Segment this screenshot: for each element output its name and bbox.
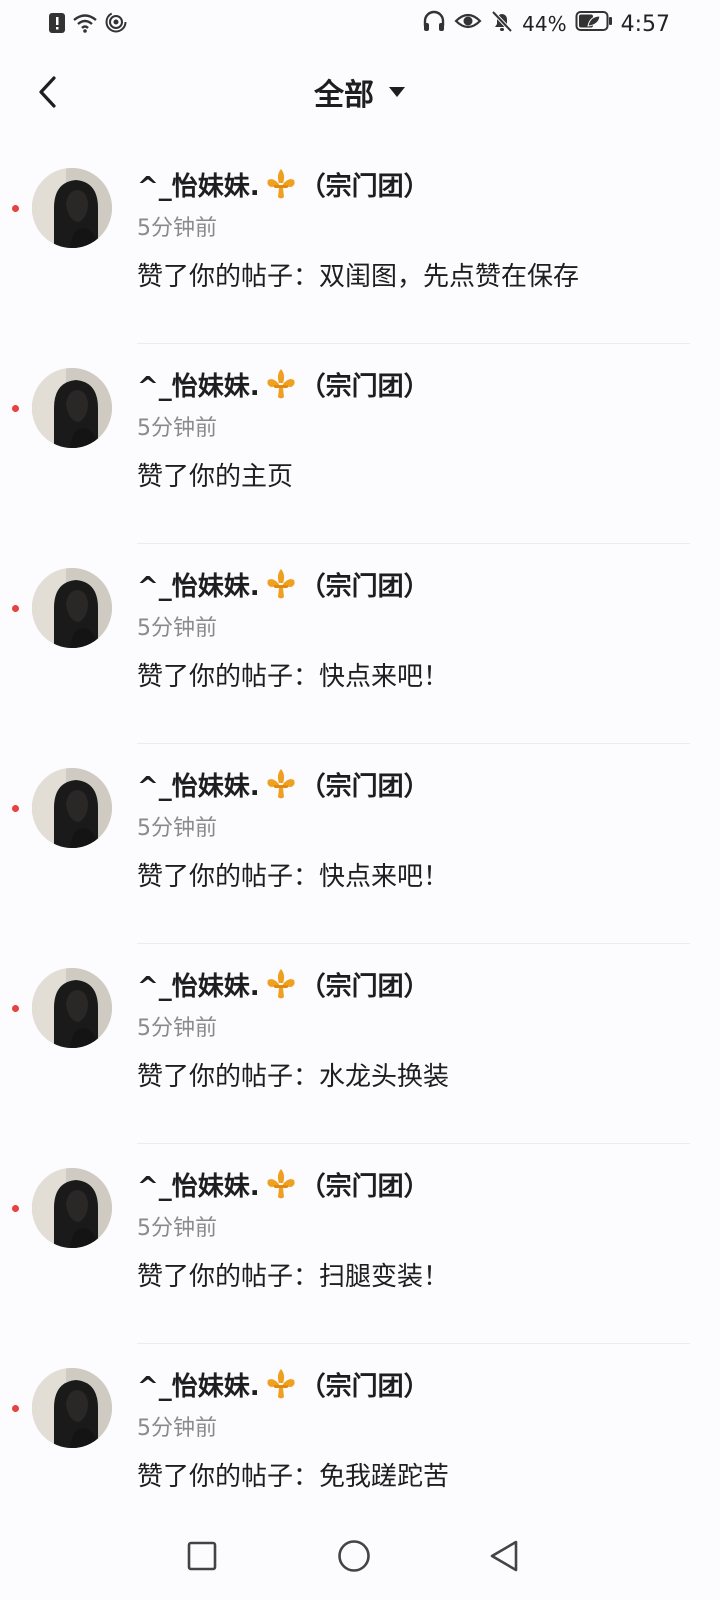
- avatar[interactable]: [32, 568, 112, 648]
- eye-icon: [454, 10, 482, 38]
- unread-dot: [12, 1005, 19, 1012]
- hotspot-icon: [104, 11, 128, 38]
- alert-icon: [48, 12, 66, 38]
- name-row: ^_怡妹妹. （宗门团）: [137, 566, 430, 602]
- unread-dot: [12, 205, 19, 212]
- notification-item[interactable]: ^_怡妹妹. （宗门团） 5分钟前 赞了你的帖子：快点来吧！: [0, 744, 720, 944]
- action-text: 赞了你的帖子：快点来吧！: [137, 662, 450, 692]
- avatar[interactable]: [32, 168, 112, 248]
- screen: 44% 4:57 全部 ^_怡妹妹. （宗门团） 5分钟前 赞了你的帖子：双闺图…: [0, 0, 720, 1600]
- notification-list: ^_怡妹妹. （宗门团） 5分钟前 赞了你的帖子：双闺图，先点赞在保存 ^_怡妹…: [0, 144, 720, 1544]
- timestamp: 5分钟前: [137, 416, 217, 441]
- user-name[interactable]: ^_怡妹妹.: [137, 766, 260, 803]
- team-label: （宗门团）: [299, 1371, 430, 1402]
- name-row: ^_怡妹妹. （宗门团）: [137, 366, 430, 402]
- fleur-de-lis-icon: [264, 567, 298, 601]
- status-bar: 44% 4:57: [0, 0, 720, 48]
- recents-button[interactable]: [180, 1536, 224, 1580]
- action-text: 赞了你的帖子：免我蹉跎苦: [137, 1462, 450, 1492]
- filter-dropdown[interactable]: 全部: [0, 70, 720, 114]
- home-button[interactable]: [332, 1536, 376, 1580]
- nav-back-button[interactable]: [482, 1536, 526, 1580]
- action-text: 赞了你的帖子：双闺图，先点赞在保存: [137, 262, 580, 292]
- recents-square-icon: [186, 1540, 218, 1576]
- page-title: 全部: [314, 78, 374, 113]
- fleur-de-lis-icon: [264, 167, 298, 201]
- name-row: ^_怡妹妹. （宗门团）: [137, 1166, 430, 1202]
- action-text: 赞了你的帖子：快点来吧！: [137, 862, 450, 892]
- timestamp: 5分钟前: [137, 816, 217, 841]
- name-row: ^_怡妹妹. （宗门团）: [137, 1366, 430, 1402]
- notification-item[interactable]: ^_怡妹妹. （宗门团） 5分钟前 赞了你的主页: [0, 344, 720, 544]
- avatar[interactable]: [32, 368, 112, 448]
- unread-dot: [12, 1205, 19, 1212]
- user-name[interactable]: ^_怡妹妹.: [137, 1166, 260, 1203]
- user-name[interactable]: ^_怡妹妹.: [137, 1366, 260, 1403]
- wifi-icon: [72, 12, 98, 38]
- timestamp: 5分钟前: [137, 1416, 217, 1441]
- unread-dot: [12, 605, 19, 612]
- timestamp: 5分钟前: [137, 1016, 217, 1041]
- team-label: （宗门团）: [299, 371, 430, 402]
- header: 全部: [0, 56, 720, 132]
- notification-item[interactable]: ^_怡妹妹. （宗门团） 5分钟前 赞了你的帖子：免我蹉跎苦: [0, 1344, 720, 1544]
- home-circle-icon: [336, 1538, 372, 1578]
- triangle-down-icon: [388, 83, 406, 102]
- back-triangle-icon: [488, 1539, 520, 1577]
- team-label: （宗门团）: [299, 771, 430, 802]
- status-right-icons: 44% 4:57: [422, 10, 670, 38]
- fleur-de-lis-icon: [264, 367, 298, 401]
- action-text: 赞了你的主页: [137, 462, 294, 492]
- user-name[interactable]: ^_怡妹妹.: [137, 166, 260, 203]
- status-left-icons: [48, 11, 128, 38]
- notification-item[interactable]: ^_怡妹妹. （宗门团） 5分钟前 赞了你的帖子：水龙头换装: [0, 944, 720, 1144]
- fleur-de-lis-icon: [264, 767, 298, 801]
- battery-icon: [575, 10, 613, 38]
- name-row: ^_怡妹妹. （宗门团）: [137, 766, 430, 802]
- headphones-icon: [422, 10, 446, 38]
- team-label: （宗门团）: [299, 571, 430, 602]
- timestamp: 5分钟前: [137, 1216, 217, 1241]
- fleur-de-lis-icon: [264, 1367, 298, 1401]
- team-label: （宗门团）: [299, 971, 430, 1002]
- team-label: （宗门团）: [299, 1171, 430, 1202]
- notification-item[interactable]: ^_怡妹妹. （宗门团） 5分钟前 赞了你的帖子：快点来吧！: [0, 544, 720, 744]
- user-name[interactable]: ^_怡妹妹.: [137, 966, 260, 1003]
- name-row: ^_怡妹妹. （宗门团）: [137, 166, 430, 202]
- system-nav-bar: [0, 1516, 720, 1600]
- avatar[interactable]: [32, 1168, 112, 1248]
- avatar[interactable]: [32, 968, 112, 1048]
- status-time: 4:57: [620, 11, 670, 37]
- team-label: （宗门团）: [299, 171, 430, 202]
- timestamp: 5分钟前: [137, 216, 217, 241]
- user-name[interactable]: ^_怡妹妹.: [137, 366, 260, 403]
- unread-dot: [12, 1405, 19, 1412]
- unread-dot: [12, 405, 19, 412]
- name-row: ^_怡妹妹. （宗门团）: [137, 966, 430, 1002]
- notification-item[interactable]: ^_怡妹妹. （宗门团） 5分钟前 赞了你的帖子：扫腿变装！: [0, 1144, 720, 1344]
- action-text: 赞了你的帖子：扫腿变装！: [137, 1262, 450, 1292]
- timestamp: 5分钟前: [137, 616, 217, 641]
- notification-item[interactable]: ^_怡妹妹. （宗门团） 5分钟前 赞了你的帖子：双闺图，先点赞在保存: [0, 144, 720, 344]
- action-text: 赞了你的帖子：水龙头换装: [137, 1062, 450, 1092]
- unread-dot: [12, 805, 19, 812]
- avatar[interactable]: [32, 1368, 112, 1448]
- bell-off-icon: [490, 10, 514, 38]
- user-name[interactable]: ^_怡妹妹.: [137, 566, 260, 603]
- battery-percent: 44%: [522, 12, 567, 36]
- fleur-de-lis-icon: [264, 1167, 298, 1201]
- fleur-de-lis-icon: [264, 967, 298, 1001]
- avatar[interactable]: [32, 768, 112, 848]
